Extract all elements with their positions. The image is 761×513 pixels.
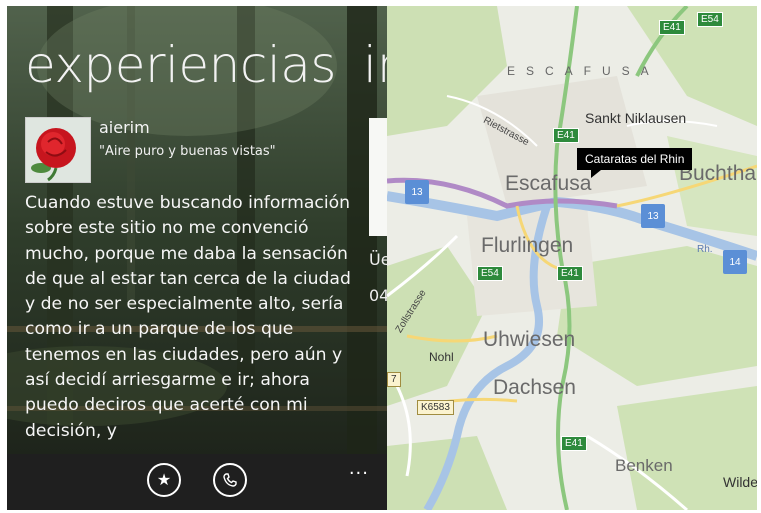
next-pivot-card [369,118,387,236]
road-shield-13: 13 [641,204,665,228]
road-shield-e41: E41 [659,20,685,35]
phone-icon [223,473,237,487]
map-label-rhine: Rh. [697,244,713,255]
rose-image [26,118,90,182]
map-label-sankt-niklausen: Sankt Niklausen [585,110,687,126]
map-label-benken: Benken [615,456,673,475]
map-canvas[interactable] [387,6,757,510]
map-label-dachsen: Dachsen [493,376,576,399]
map-view[interactable]: ESCAFUSA Sankt Niklausen Escafusa Buchth… [387,6,757,510]
road-shield-k6583: K6583 [417,400,454,415]
map-label-flurlingen: Flurlingen [481,234,574,257]
road-shield-e54: E54 [697,12,723,27]
avatar [25,117,91,183]
star-add-icon: ★ [156,470,172,489]
road-shield-e41: E41 [561,436,587,451]
call-button[interactable] [213,463,247,497]
road-shield-14: 14 [723,250,747,274]
experiences-pane: experiencias in aierim "Aire puro y buen… [7,6,387,510]
more-menu-dots[interactable]: ... [349,458,369,479]
poi-tooltip[interactable]: Cataratas del Rhin [577,148,693,178]
map-label-escafusa: Escafusa [505,172,592,195]
page-title: experiencias [25,36,336,94]
next-pivot-text-1: Üe [369,250,387,269]
road-shield-e54: E54 [477,266,503,281]
map-label-nohl: Nohl [429,350,454,364]
review-body: Cuando estuve buscando información sobre… [25,193,351,441]
review-headline: "Aire puro y buenas vistas" [99,144,276,159]
next-pivot-title[interactable]: in [363,36,387,94]
review-author[interactable]: aierim [99,118,150,137]
next-pivot-text-2: 04 [369,286,387,305]
map-label-uhwiesen: Uhwiesen [483,328,576,351]
road-shield-7: 7 [387,372,401,387]
favorite-button[interactable]: ★ [147,463,181,497]
map-label-wilde: Wilde [723,474,757,490]
road-shield-e41: E41 [553,128,579,143]
map-label-escafusa-area: ESCAFUSA [507,64,660,78]
road-shield-13: 13 [405,180,429,204]
road-shield-e41: E41 [557,266,583,281]
screenshot-frame: experiencias in aierim "Aire puro y buen… [0,0,761,513]
app-bar: ★ ... [7,454,387,510]
